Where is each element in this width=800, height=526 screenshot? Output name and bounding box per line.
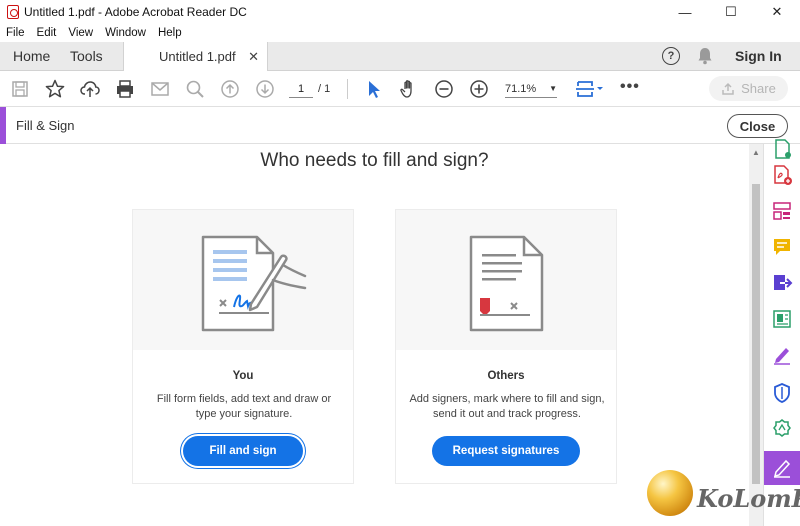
- create-pdf-icon[interactable]: [771, 164, 793, 186]
- menu-help[interactable]: Help: [158, 27, 182, 39]
- export-pdf-icon[interactable]: [771, 138, 793, 160]
- menu-view[interactable]: View: [68, 27, 93, 39]
- help-icon[interactable]: ?: [662, 47, 680, 65]
- certificate-icon[interactable]: [771, 418, 793, 440]
- fill-sign-accent: [0, 107, 6, 144]
- more-tools-icon[interactable]: •••: [620, 78, 640, 96]
- close-fill-sign-button[interactable]: Close: [727, 114, 788, 138]
- notification-bell-icon[interactable]: [697, 47, 713, 65]
- you-card: You Fill form fields, add text and draw …: [132, 209, 354, 484]
- zoom-out-icon[interactable]: [433, 78, 455, 100]
- tab-bar: Home Tools Untitled 1.pdf ✕ ? Sign In: [0, 42, 800, 72]
- others-card: Others Add signers, mark where to fill a…: [395, 209, 617, 484]
- menu-bar: File Edit View Window Help: [0, 24, 800, 42]
- scroll-up-icon[interactable]: ▲: [752, 148, 760, 157]
- share-label: Share: [741, 81, 776, 96]
- tab-document-label: Untitled 1.pdf: [159, 49, 236, 64]
- watermark-logo: KoLomPC: [645, 468, 800, 526]
- watermark-orb-icon: [647, 470, 693, 516]
- fill-sign-bar: Fill & Sign Close: [0, 107, 800, 144]
- star-icon[interactable]: [44, 78, 66, 100]
- select-cursor-icon[interactable]: [363, 78, 385, 100]
- share-icon: [722, 82, 734, 95]
- close-window-button[interactable]: ✕: [754, 0, 800, 24]
- next-page-icon[interactable]: [254, 78, 276, 100]
- toolbar-divider: [347, 79, 348, 99]
- main-content: Who needs to fill and sign? You Fill for…: [0, 144, 749, 526]
- title-bar: Untitled 1.pdf - Adobe Acrobat Reader DC…: [0, 0, 800, 24]
- you-illustration: [133, 210, 353, 350]
- window-controls: — ☐ ✕: [662, 0, 800, 24]
- zoom-level-dropdown[interactable]: 71.1% ▼: [505, 80, 557, 98]
- protect-shield-icon[interactable]: [771, 382, 793, 404]
- others-card-title: Others: [487, 370, 525, 382]
- fill-sign-title: Fill & Sign: [16, 118, 75, 133]
- page-number-input[interactable]: 1: [289, 80, 313, 98]
- toolbar: 1 / 1 71.1% ▼ ••• Share: [0, 71, 800, 107]
- previous-page-icon[interactable]: [219, 78, 241, 100]
- minimize-button[interactable]: —: [662, 0, 708, 24]
- menu-window[interactable]: Window: [105, 27, 146, 39]
- document-signature-icon: [201, 235, 307, 332]
- request-signatures-button[interactable]: Request signatures: [432, 436, 580, 466]
- email-icon[interactable]: [149, 78, 171, 100]
- print-icon[interactable]: [114, 78, 136, 100]
- tab-close-icon[interactable]: ✕: [248, 42, 259, 71]
- page-heading: Who needs to fill and sign?: [260, 150, 489, 171]
- maximize-button[interactable]: ☐: [708, 0, 754, 24]
- menu-file[interactable]: File: [6, 27, 25, 39]
- chevron-down-icon: ▼: [549, 84, 557, 93]
- you-card-title: You: [232, 370, 254, 382]
- page-fit-icon[interactable]: [575, 78, 605, 100]
- watermark-text: KoLomPC: [697, 484, 800, 513]
- save-icon[interactable]: [9, 78, 31, 100]
- others-card-description: Add signers, mark where to fill and sign…: [409, 393, 605, 420]
- window-title: Untitled 1.pdf - Adobe Acrobat Reader DC: [24, 5, 247, 19]
- you-card-description: Fill form fields, add text and draw or t…: [156, 393, 332, 420]
- tab-home[interactable]: Home: [13, 42, 50, 71]
- zoom-level-value: 71.1%: [505, 83, 537, 95]
- edit-pdf-icon[interactable]: [771, 308, 793, 330]
- tab-document[interactable]: Untitled 1.pdf ✕: [123, 42, 268, 72]
- search-icon[interactable]: [184, 78, 206, 100]
- hand-tool-icon[interactable]: [398, 78, 420, 100]
- others-illustration: [396, 210, 616, 350]
- comment-icon[interactable]: [771, 236, 793, 258]
- page-total: / 1: [318, 83, 331, 95]
- menu-edit[interactable]: Edit: [37, 27, 57, 39]
- tab-tools[interactable]: Tools: [70, 42, 103, 71]
- export-icon[interactable]: [771, 272, 793, 294]
- scrollbar-thumb[interactable]: [752, 184, 760, 484]
- organize-pages-icon[interactable]: [771, 200, 793, 222]
- sign-in-link[interactable]: Sign In: [735, 42, 782, 71]
- document-request-icon: [469, 235, 544, 332]
- acrobat-app-icon: [7, 5, 19, 19]
- cloud-upload-icon[interactable]: [79, 78, 101, 100]
- sign-pen-icon[interactable]: [771, 344, 793, 366]
- fill-and-sign-button[interactable]: Fill and sign: [183, 436, 303, 466]
- share-button[interactable]: Share: [709, 76, 788, 101]
- zoom-in-icon[interactable]: [468, 78, 490, 100]
